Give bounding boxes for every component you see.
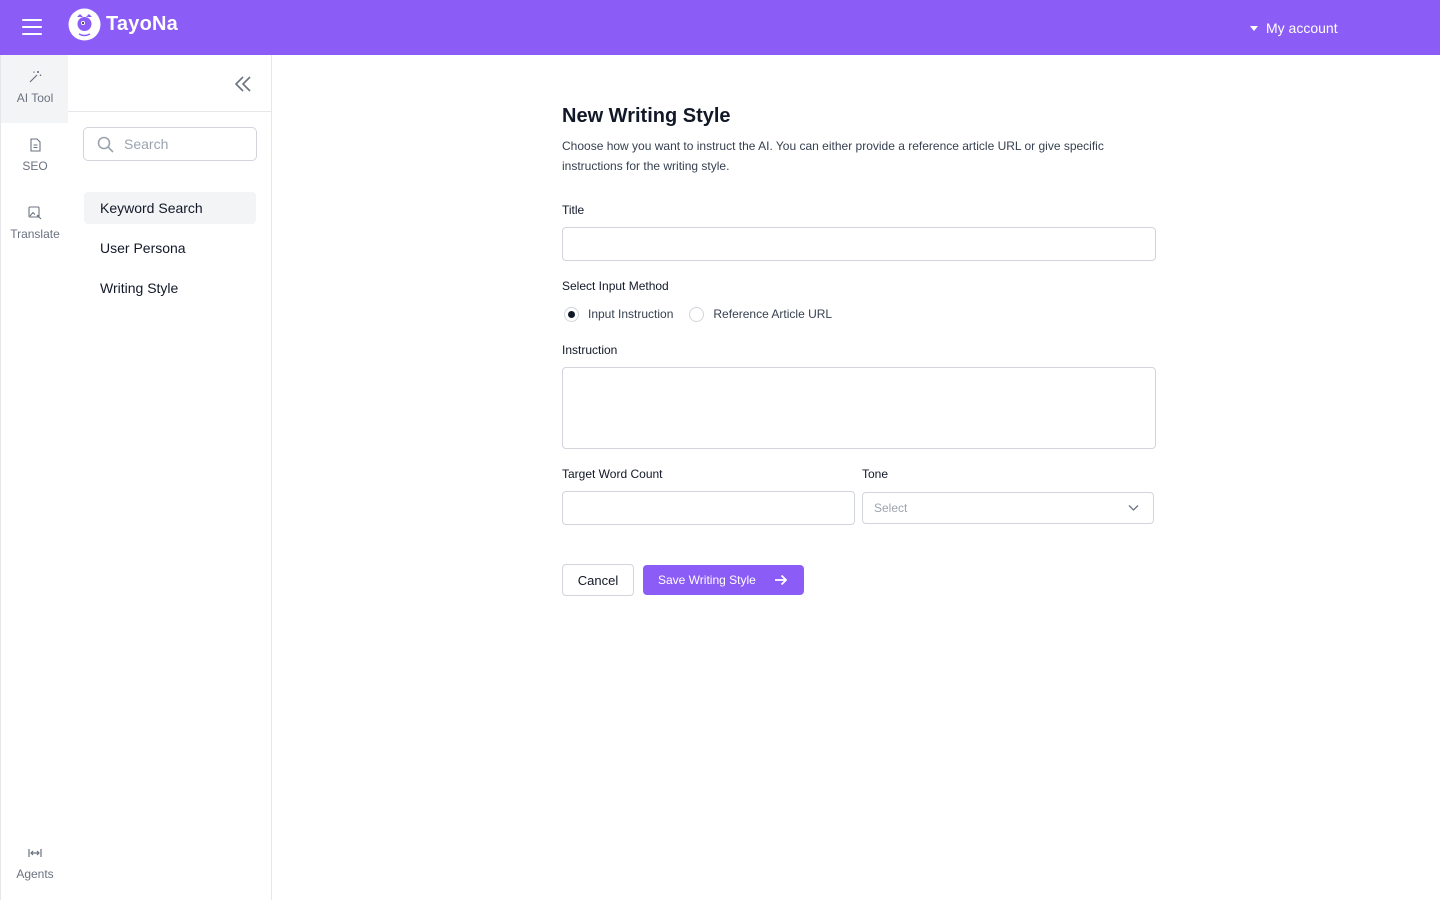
title-input[interactable] [563,228,1155,260]
account-menu[interactable]: My account [1250,19,1338,37]
tone-label: Tone [862,467,889,481]
document-icon [30,138,41,152]
title-field[interactable] [562,227,1156,261]
chevron-down-icon [1128,505,1139,511]
rail-item-label: AI Tool [16,91,54,105]
input-method-label: Select Input Method [562,279,669,293]
rail-item-agents[interactable]: Agents [1,831,69,899]
tone-select[interactable]: Select [862,492,1154,524]
account-label: My account [1266,20,1338,36]
sidebar-item-keyword-search[interactable]: Keyword Search [84,192,256,224]
tone-placeholder: Select [874,501,908,515]
cancel-button[interactable]: Cancel [562,564,634,596]
sidebar-item-user-persona[interactable]: User Persona [84,232,256,264]
radio-reference-url[interactable] [689,306,705,322]
radio-reference-url-label[interactable]: Reference Article URL [713,307,832,321]
expand-horizontal-icon [28,849,42,857]
rail-item-label: Agents [16,867,54,881]
top-bar: TayoNa My account [0,0,1440,55]
save-writing-style-button[interactable]: Save Writing Style [643,565,804,595]
sidebar-item-writing-style[interactable]: Writing Style [84,272,256,304]
caret-down-icon [1250,25,1258,31]
brand-name: TayoNa [106,13,178,35]
search-input[interactable] [124,134,248,154]
search-icon [97,136,114,153]
word-count-input[interactable] [563,492,854,524]
logo-icon [68,8,101,41]
rail-item-seo[interactable]: SEO [1,123,69,191]
collapse-sidebar-icon[interactable] [234,76,252,92]
rail-item-ai-tool[interactable]: AI Tool [1,55,69,123]
magic-wand-icon [29,71,42,83]
word-count-field[interactable] [562,491,855,525]
radio-input-instruction-label[interactable]: Input Instruction [588,307,673,321]
page-title: New Writing Style [562,105,731,127]
instruction-textarea[interactable] [563,368,1155,448]
instruction-label: Instruction [562,343,618,357]
sidebar-header [68,55,271,112]
word-count-label: Target Word Count [562,467,663,481]
save-button-label: Save Writing Style [658,573,756,587]
sidebar: Keyword Search User Persona Writing Styl… [68,55,272,900]
radio-input-instruction[interactable] [564,306,579,322]
page-description: Choose how you want to instruct the AI. … [562,139,1104,173]
rail-item-label: SEO [22,159,48,173]
input-method-radio-group: Input Instruction Reference Article URL [564,306,832,322]
image-edit-icon [28,206,42,220]
search-box[interactable] [83,127,257,161]
icon-rail: AI Tool SEO Translate Agents [0,55,69,900]
title-label: Title [562,203,585,217]
menu-icon[interactable] [20,17,44,37]
arrow-right-icon [775,574,788,586]
rail-item-translate[interactable]: Translate [1,191,69,259]
rail-item-label: Translate [10,227,60,241]
instruction-field[interactable] [562,367,1156,449]
